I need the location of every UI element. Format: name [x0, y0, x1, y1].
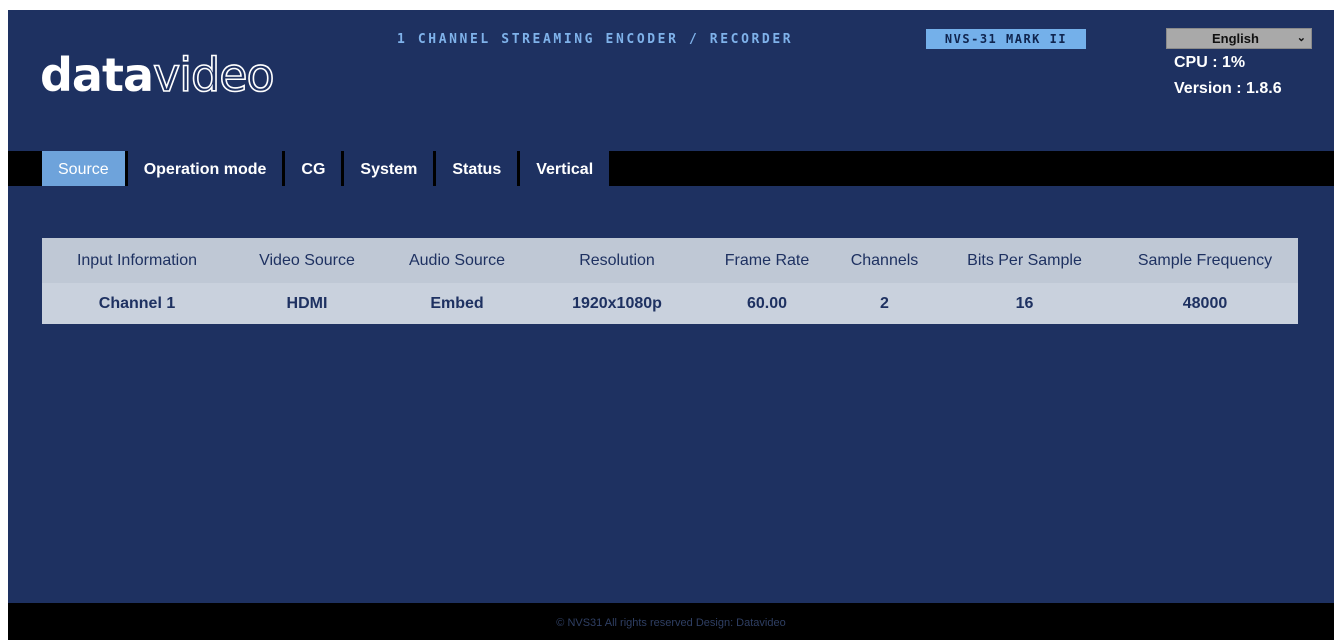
- logo-thin-part: video: [152, 48, 275, 102]
- table-cell: 1920x1080p: [572, 294, 662, 312]
- column-header: Frame Rate: [724, 251, 810, 269]
- column-header: Channels: [850, 251, 919, 269]
- table-cell: 2: [880, 294, 889, 312]
- source-info-table: Input Information Video Source Audio Sou…: [42, 238, 1298, 324]
- cpu-usage: CPU : 1%: [1174, 54, 1246, 71]
- table-cell: 48000: [1182, 294, 1228, 312]
- column-header: Resolution: [579, 251, 655, 269]
- logo-bold-part: data: [40, 48, 154, 102]
- language-select-value: English: [1212, 31, 1259, 46]
- firmware-version: Version : 1.8.6: [1174, 80, 1282, 97]
- footer-copyright: © NVS31 All rights reserved Design: Data…: [8, 603, 1334, 640]
- tab-system[interactable]: System: [344, 151, 434, 186]
- tab-operation-mode[interactable]: Operation mode: [127, 151, 283, 186]
- chevron-down-icon: ⌄: [1296, 32, 1306, 44]
- column-header: Sample Frequency: [1137, 251, 1273, 269]
- column-header: Video Source: [259, 251, 355, 269]
- column-header: Bits Per Sample: [967, 251, 1082, 269]
- table-cell: Channel 1: [98, 294, 176, 312]
- language-select[interactable]: English ⌄: [1166, 28, 1312, 49]
- datavideo-logo: datavideo: [40, 51, 275, 99]
- tab-vertical[interactable]: Vertical: [520, 151, 610, 186]
- table-row: Channel 1 HDMI Embed 1920x1080p 60.00 2 …: [42, 283, 1298, 324]
- tab-bar: Source Operation mode CG System Status V…: [8, 151, 1334, 186]
- table-cell: 60.00: [746, 294, 788, 312]
- table-cell: 16: [1015, 294, 1034, 312]
- table-header-row: Input Information Video Source Audio Sou…: [42, 238, 1298, 283]
- tab-list: Source Operation mode CG System Status V…: [42, 151, 610, 186]
- tab-status[interactable]: Status: [436, 151, 518, 186]
- app-frame: datavideo 1 CHANNEL STREAMING ENCODER / …: [8, 10, 1334, 640]
- column-header: Input Information: [76, 251, 198, 269]
- product-title: 1 CHANNEL STREAMING ENCODER / RECORDER: [397, 32, 794, 47]
- tab-source[interactable]: Source: [42, 151, 125, 186]
- table-cell: Embed: [430, 294, 484, 312]
- table-cell: HDMI: [286, 294, 328, 312]
- tab-cg[interactable]: CG: [285, 151, 342, 186]
- model-badge: NVS-31 MARK II: [926, 29, 1086, 49]
- column-header: Audio Source: [408, 251, 506, 269]
